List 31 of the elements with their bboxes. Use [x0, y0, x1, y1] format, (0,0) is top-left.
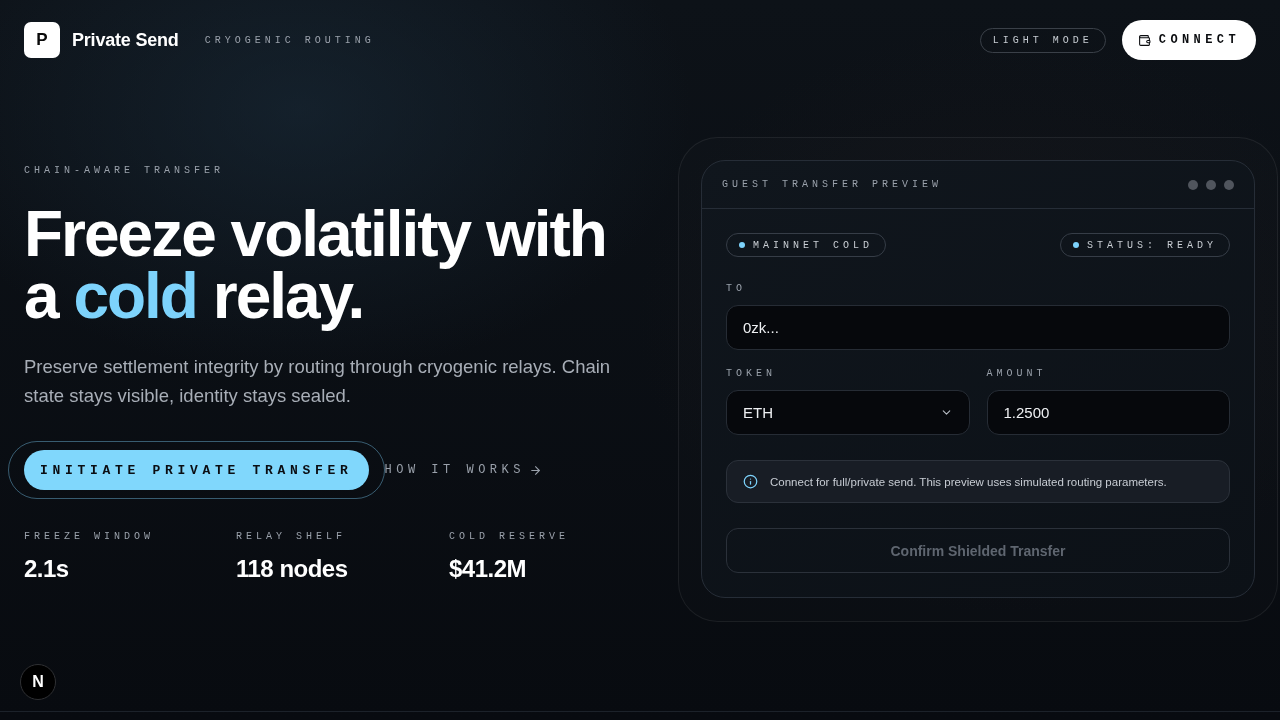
- status-dot-icon: [1073, 242, 1079, 248]
- stat-value: $41.2M: [449, 554, 528, 584]
- hero-description: Preserve settlement integrity by routing through cryogenic relays. Chain state stays visible, identity stays sealed.: [24, 355, 612, 408]
- stat-value: 2.1s: [24, 554, 70, 584]
- notice-text: Connect for full/private send. This preview uses simulated routing parameters.: [770, 475, 1167, 488]
- token-select[interactable]: ETH: [726, 390, 970, 435]
- stat-label: FREEZE WINDOW: [24, 530, 155, 544]
- status-dot-icon: [739, 242, 745, 248]
- dev-badge[interactable]: N: [20, 664, 56, 700]
- stat-value: 118 nodes: [236, 554, 349, 584]
- card-title: GUEST TRANSFER PREVIEW: [722, 179, 943, 190]
- stat-label: COLD RESERVE: [449, 530, 570, 544]
- amount-input[interactable]: 1.2500: [986, 390, 1230, 435]
- how-it-works-link[interactable]: HOW IT WORKS: [384, 463, 542, 477]
- brand-tagline: CRYOGENIC ROUTING: [204, 34, 375, 46]
- arrow-right-icon: [528, 463, 542, 477]
- info-icon: [743, 474, 758, 489]
- stat-label: RELAY SHELF: [236, 530, 347, 544]
- window-dots-icon: [1188, 179, 1234, 190]
- brand-name: Private Send: [72, 29, 179, 51]
- connect-button[interactable]: CONNECT: [1121, 20, 1256, 60]
- wallet-icon: [1137, 33, 1151, 47]
- initiate-transfer-button[interactable]: INITIATE PRIVATE TRANSFER: [24, 450, 369, 490]
- field-label: AMOUNT: [986, 368, 1048, 380]
- hero-eyebrow: CHAIN-AWARE TRANSFER: [24, 164, 226, 178]
- recipient-input[interactable]: 0zk...: [726, 305, 1230, 350]
- field-label: TOKEN: [726, 368, 777, 380]
- badge-text: STATUS: READY: [1087, 239, 1217, 251]
- badge-text: MAINNET COLD: [753, 239, 873, 251]
- logo-tile: P: [24, 22, 60, 58]
- field-label: TO: [726, 283, 747, 295]
